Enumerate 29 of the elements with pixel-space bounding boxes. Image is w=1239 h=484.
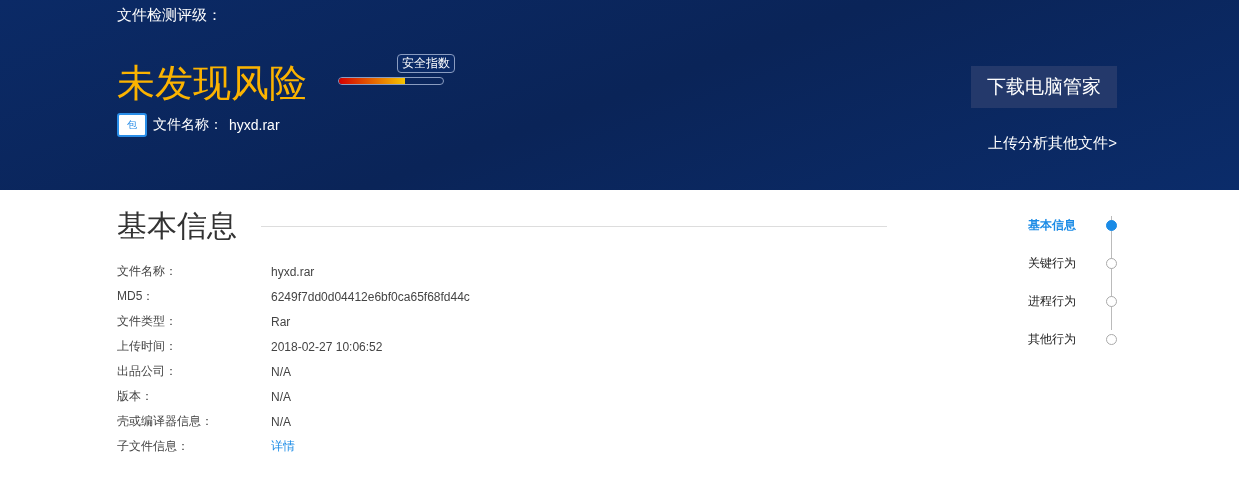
meter-tooltip: 安全指数 xyxy=(397,54,455,73)
field-label: 子文件信息： xyxy=(117,438,190,455)
archive-file-icon: 包 xyxy=(117,113,147,137)
field-value: N/A xyxy=(271,389,291,404)
nav-item[interactable]: 其他行为 xyxy=(1028,330,1076,348)
field-label: MD5： xyxy=(117,288,156,305)
field-label: 文件类型： xyxy=(117,313,178,330)
file-name-label: 文件名称： xyxy=(153,116,223,134)
upload-link[interactable]: 上传分析其他文件> xyxy=(988,134,1117,153)
field-label: 壳或编译器信息： xyxy=(117,413,214,430)
field-label: 出品公司： xyxy=(117,363,178,380)
nav-item[interactable]: 基本信息 xyxy=(1028,216,1076,234)
details-link[interactable]: 详情 xyxy=(271,438,295,455)
field-label: 上传时间： xyxy=(117,338,178,355)
nav-item[interactable]: 关键行为 xyxy=(1028,254,1076,272)
field-label: 文件名称： xyxy=(117,263,178,280)
rating-label: 文件检测评级： xyxy=(117,6,223,25)
section-title: 基本信息 xyxy=(117,208,237,244)
field-value: 2018-02-27 10:06:52 xyxy=(271,339,383,354)
field-value: N/A xyxy=(271,414,291,429)
file-name-value: hyxd.rar xyxy=(229,117,280,133)
verdict-text: 未发现风险 xyxy=(117,61,307,105)
field-label: 版本： xyxy=(117,388,154,405)
nav-item[interactable]: 进程行为 xyxy=(1028,292,1076,310)
download-button[interactable]: 下载电脑管家 xyxy=(971,66,1117,108)
field-value: hyxd.rar xyxy=(271,264,315,279)
field-value: N/A xyxy=(271,364,291,379)
field-value: Rar xyxy=(271,314,291,329)
field-value: 6249f7dd0d04412e6bf0ca65f68fd44c xyxy=(271,289,470,304)
